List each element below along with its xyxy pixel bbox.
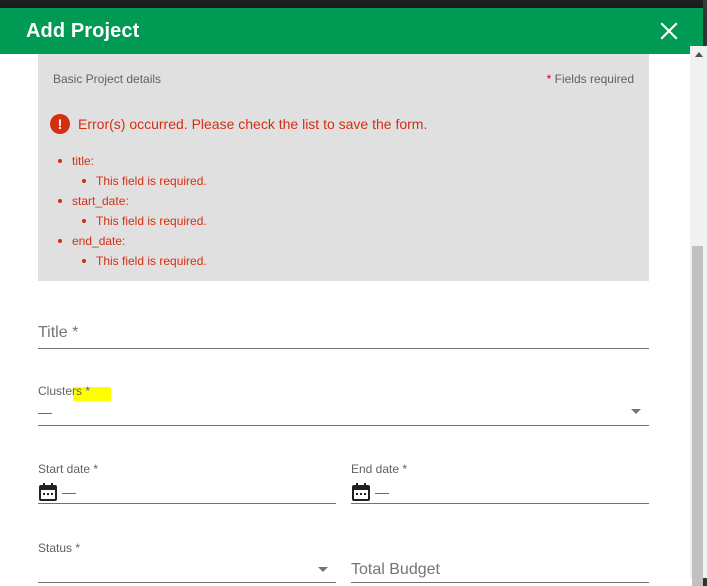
- panel-heading: Basic Project details: [53, 72, 162, 86]
- clusters-select[interactable]: Clusters * —: [38, 384, 649, 426]
- scroll-thumb[interactable]: [692, 246, 703, 586]
- error-field-title: title:: [58, 154, 207, 174]
- backdrop: [0, 0, 707, 8]
- title-input[interactable]: Title *: [38, 322, 649, 349]
- title-underline: [38, 348, 649, 349]
- close-button[interactable]: [659, 21, 679, 41]
- basic-details-panel: Basic Project details * Fields required …: [38, 54, 649, 281]
- dialog-body: Basic Project details * Fields required …: [0, 54, 686, 586]
- dialog-title: Add Project: [26, 19, 140, 42]
- total-budget-input[interactable]: Total Budget: [351, 541, 649, 583]
- add-project-dialog: Add Project Basic Project details * Fiel…: [0, 8, 703, 586]
- scroll-up-button[interactable]: [690, 46, 707, 63]
- start-date-field[interactable]: Start date * —: [38, 462, 336, 504]
- end-date-row: —: [351, 482, 389, 502]
- error-message: This field is required.: [58, 254, 207, 274]
- status-select[interactable]: Status *: [38, 541, 336, 583]
- start-date-label: Start date *: [38, 462, 99, 476]
- chevron-up-icon: [694, 52, 703, 57]
- status-underline: [38, 582, 336, 583]
- chevron-down-icon[interactable]: [631, 409, 641, 414]
- error-summary-text: Error(s) occurred. Please check the list…: [78, 116, 428, 132]
- dialog-header: Add Project: [0, 8, 703, 54]
- end-date-field[interactable]: End date * —: [351, 462, 649, 504]
- error-icon: !: [50, 114, 70, 134]
- error-summary: ! Error(s) occurred. Please check the li…: [50, 114, 427, 134]
- end-date-label: End date *: [351, 462, 408, 476]
- calendar-icon[interactable]: [351, 482, 371, 502]
- total-budget-label: Total Budget: [351, 561, 440, 578]
- clusters-label: Clusters *: [38, 384, 91, 398]
- error-message: This field is required.: [58, 214, 207, 234]
- total-budget-underline: [351, 582, 649, 583]
- clusters-underline: [38, 425, 649, 426]
- fields-required-text: Fields required: [551, 72, 634, 86]
- start-date-underline: [38, 503, 336, 504]
- close-icon: [660, 22, 678, 40]
- clusters-value: —: [38, 404, 52, 420]
- chevron-down-icon[interactable]: [318, 567, 328, 572]
- calendar-icon[interactable]: [38, 482, 58, 502]
- status-label: Status *: [38, 541, 81, 555]
- start-date-value: —: [62, 484, 76, 500]
- error-list: title: This field is required. start_dat…: [58, 154, 207, 274]
- error-message: This field is required.: [58, 174, 207, 194]
- start-date-row: —: [38, 482, 76, 502]
- error-field-end-date: end_date:: [58, 234, 207, 254]
- scrollbar[interactable]: [690, 46, 707, 586]
- end-date-value: —: [375, 484, 389, 500]
- end-date-underline: [351, 503, 649, 504]
- error-field-start-date: start_date:: [58, 194, 207, 214]
- fields-required-note: * Fields required: [547, 72, 634, 86]
- title-label: Title *: [38, 324, 79, 341]
